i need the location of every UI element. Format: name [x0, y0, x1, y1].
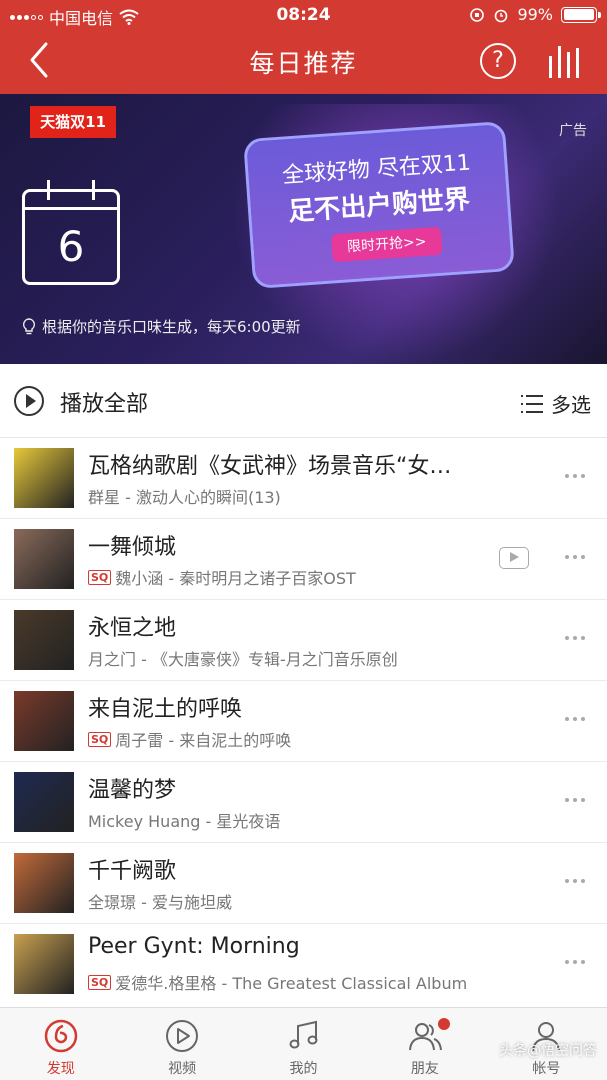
video-icon: [166, 1020, 199, 1052]
list-icon: [521, 394, 543, 413]
music-icon: [289, 1020, 318, 1049]
calendar-icon: 6: [22, 180, 120, 285]
song-title: 永恒之地: [88, 616, 177, 641]
lightbulb-icon: [22, 317, 36, 334]
tab-friends[interactable]: 朋友: [364, 1008, 485, 1080]
album-cover: [14, 610, 74, 670]
song-row[interactable]: 来自泥土的呼唤 SQ 周子雷 - 来自泥土的呼唤: [0, 681, 607, 762]
album-cover: [14, 934, 74, 994]
artist-album: 周子雷 - 来自泥土的呼唤: [115, 731, 292, 750]
ad-banner[interactable]: 天猫双11 广告 6 全球好物 尽在双11 足不出户购世界 限时开抢>> 根据你…: [0, 94, 607, 364]
song-title: 温馨的梦: [88, 778, 177, 803]
tmall-logo: 天猫双11: [30, 106, 116, 138]
album-cover: [14, 448, 74, 508]
play-all-bar: 播放全部 多选: [0, 364, 607, 438]
tab-mine[interactable]: 我的: [243, 1008, 364, 1080]
song-subtitle: SQ 周子雷 - 来自泥土的呼唤: [88, 727, 508, 751]
song-title: 千千阙歌: [88, 859, 177, 884]
song-title: Peer Gynt: Morning: [88, 934, 300, 959]
more-options-icon[interactable]: [565, 636, 585, 640]
song-title: 一舞倾城: [88, 535, 177, 560]
album-cover: [14, 772, 74, 832]
song-row[interactable]: 瓦格纳歌剧《女武神》场景音乐“女… 群星 - 激动人心的瞬间(13): [0, 438, 607, 519]
tab-label: 视频: [168, 1061, 197, 1077]
sq-badge: SQ: [88, 731, 112, 747]
song-subtitle: 全璟璟 - 爱与施坦威: [88, 889, 508, 913]
play-all-icon[interactable]: [14, 386, 44, 416]
tab-video[interactable]: 视频: [121, 1008, 242, 1080]
song-row[interactable]: 温馨的梦 Mickey Huang - 星光夜语: [0, 762, 607, 843]
song-subtitle: Mickey Huang - 星光夜语: [88, 808, 508, 832]
artist-album: 爱德华.格里格 - The Greatest Classical Album: [115, 974, 468, 993]
album-cover: [14, 691, 74, 751]
album-cover: [14, 529, 74, 589]
ad-label: 广告: [559, 123, 587, 139]
more-options-icon[interactable]: [565, 717, 585, 721]
sq-badge: SQ: [88, 974, 112, 990]
rotation-lock-icon: [470, 7, 485, 22]
banner-promo: 全球好物 尽在双11 足不出户购世界 限时开抢>>: [243, 121, 515, 289]
help-icon[interactable]: ?: [480, 43, 516, 79]
tab-label: 朋友: [410, 1061, 439, 1077]
artist-album: 魏小涵 - 秦时明月之诸子百家OST: [115, 569, 356, 588]
artist-album: 月之门 - 《大唐豪侠》专辑-月之门音乐原创: [88, 650, 398, 669]
song-row[interactable]: 永恒之地月之门 - 《大唐豪侠》专辑-月之门音乐原创: [0, 600, 607, 681]
tab-discover[interactable]: 发现: [0, 1008, 121, 1080]
calendar-day: 6: [57, 222, 85, 271]
equalizer-icon[interactable]: [546, 44, 584, 80]
status-bar: 中国电信 08:24 99%: [0, 0, 607, 30]
battery-icon: [561, 6, 601, 23]
tab-label: 帐号: [532, 1061, 561, 1077]
discover-icon: [44, 1019, 77, 1053]
notification-badge: [438, 1018, 451, 1030]
artist-album: Mickey Huang - 星光夜语: [88, 812, 281, 831]
song-subtitle: SQ 爱德华.格里格 - The Greatest Classical Album: [88, 970, 508, 994]
song-subtitle: SQ 魏小涵 - 秦时明月之诸子百家OST: [88, 565, 508, 589]
artist-album: 群星 - 激动人心的瞬间(13): [88, 488, 281, 507]
song-subtitle: 月之门 - 《大唐豪侠》专辑-月之门音乐原创: [88, 646, 508, 670]
more-options-icon[interactable]: [565, 555, 585, 559]
more-options-icon[interactable]: [565, 879, 585, 883]
recommend-note: 根据你的音乐口味生成，每天6:00更新: [22, 316, 301, 337]
song-subtitle: 群星 - 激动人心的瞬间(13): [88, 484, 508, 508]
more-options-icon[interactable]: [565, 798, 585, 802]
album-cover: [14, 853, 74, 913]
song-title: 瓦格纳歌剧《女武神》场景音乐“女…: [88, 454, 452, 479]
song-list: 瓦格纳歌剧《女武神》场景音乐“女… 群星 - 激动人心的瞬间(13) 一舞倾城 SQ 魏…: [0, 438, 607, 1005]
banner-cta-button[interactable]: 限时开抢>>: [330, 226, 443, 263]
alarm-icon: [495, 9, 508, 22]
battery-percent: 99%: [517, 5, 553, 24]
song-row[interactable]: Peer Gynt: Morning SQ 爱德华.格里格 - The Greate…: [0, 924, 607, 1005]
more-options-icon[interactable]: [565, 474, 585, 478]
app-header: 中国电信 08:24 99% 每日推荐 ?: [0, 0, 607, 94]
play-all-button[interactable]: 播放全部: [60, 386, 148, 418]
song-title: 来自泥土的呼唤: [88, 697, 243, 722]
tab-label: 我的: [289, 1061, 318, 1077]
mv-play-icon[interactable]: [499, 547, 529, 569]
song-row[interactable]: 千千阙歌全璟璟 - 爱与施坦威: [0, 843, 607, 924]
tab-label: 发现: [46, 1061, 75, 1077]
watermark: 头条@悟空问答: [499, 1043, 597, 1059]
sq-badge: SQ: [88, 569, 112, 585]
multi-select-button[interactable]: 多选: [521, 389, 591, 418]
song-row[interactable]: 一舞倾城 SQ 魏小涵 - 秦时明月之诸子百家OST: [0, 519, 607, 600]
more-options-icon[interactable]: [565, 960, 585, 964]
artist-album: 全璟璟 - 爱与施坦威: [88, 893, 232, 912]
